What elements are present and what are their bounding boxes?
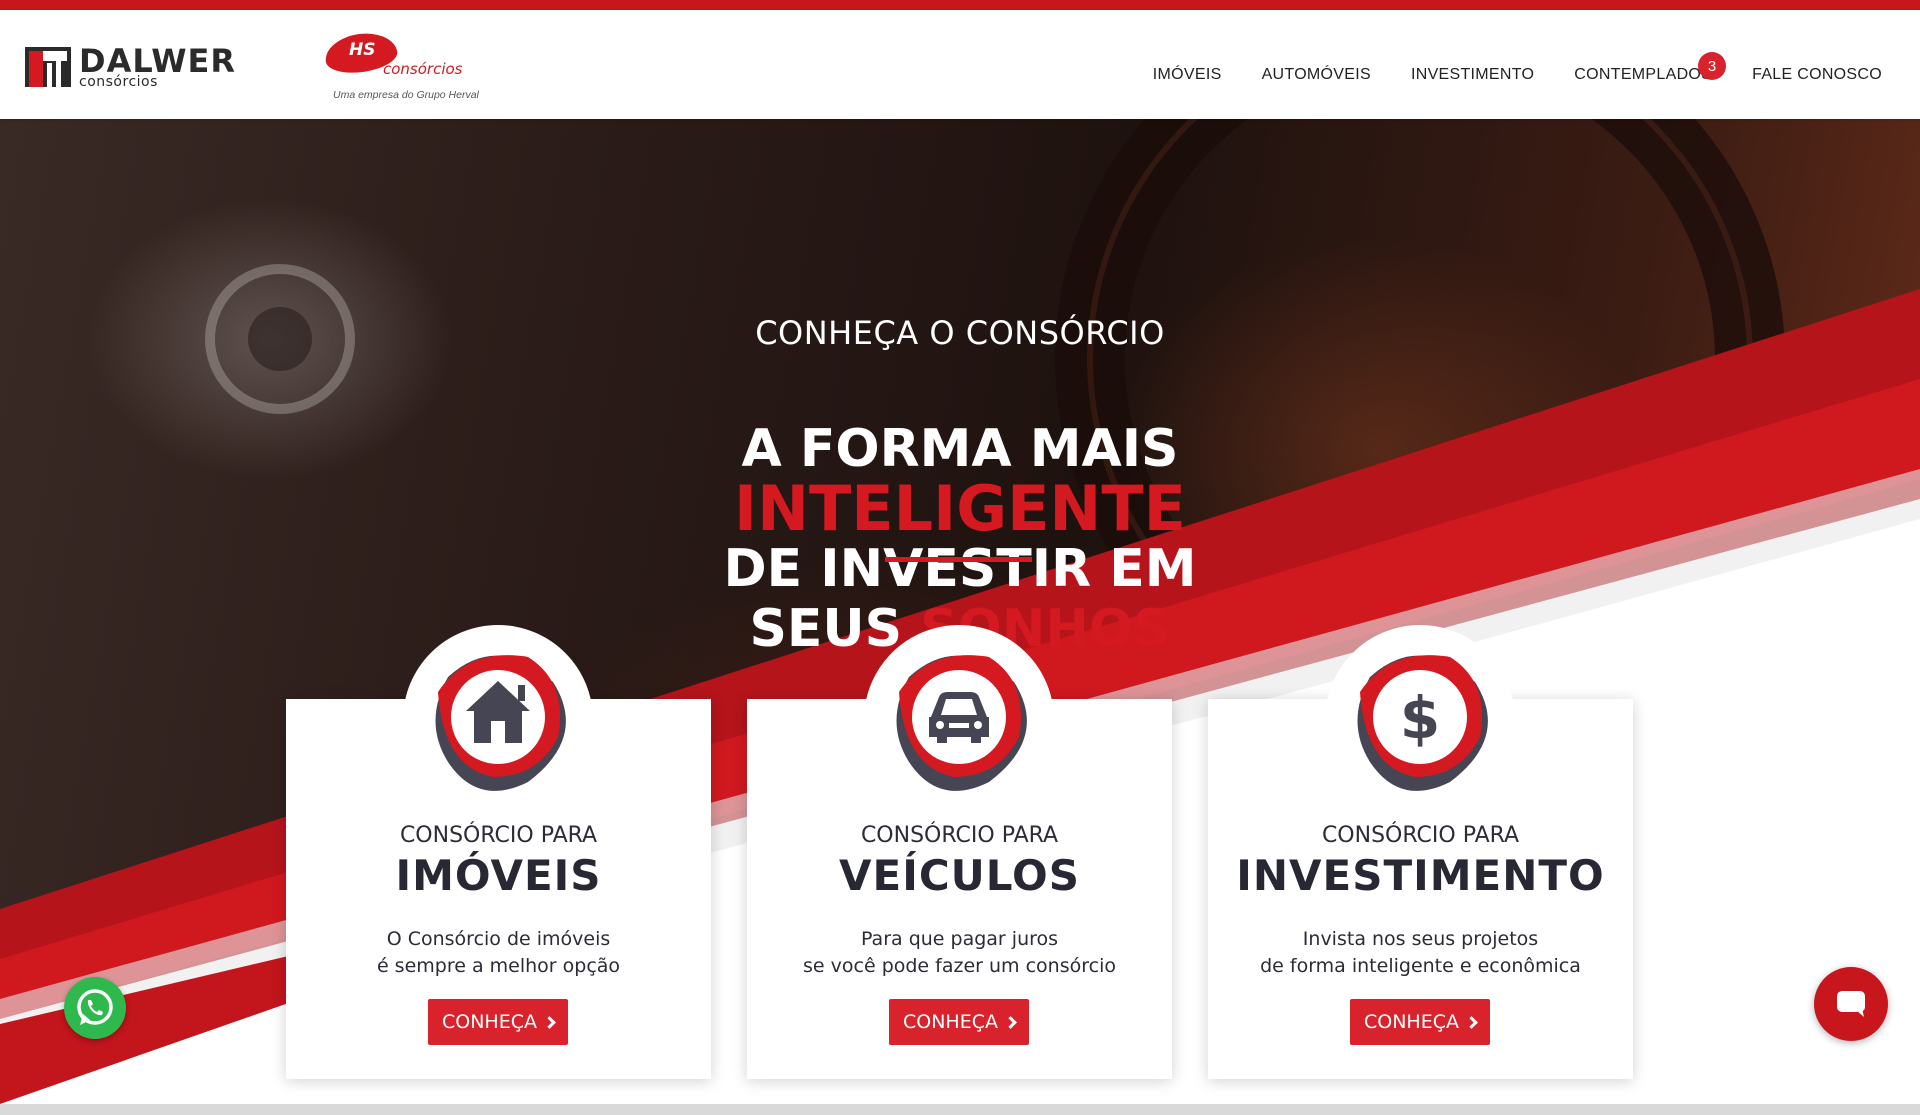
card-title: INVESTIMENTO xyxy=(1236,851,1605,900)
chat-icon xyxy=(1837,991,1865,1017)
card-pre: CONSÓRCIO PARA xyxy=(399,823,598,848)
hero-line-1: A FORMA MAIS xyxy=(741,419,1179,479)
dalwer-subtitle: consórcios xyxy=(79,74,158,90)
hs-initials: HS xyxy=(349,40,376,60)
whatsapp-icon xyxy=(77,989,113,1025)
dalwer-logo[interactable]: DALWER consórcios xyxy=(25,45,265,95)
card-desc-line-1: Invista nos seus projetos xyxy=(1302,928,1539,950)
card-desc-line-2: se você pode fazer um consórcio xyxy=(803,955,1116,977)
conheca-investimento-button[interactable]: CONHEÇA xyxy=(1350,999,1490,1045)
card-title: IMÓVEIS xyxy=(395,851,602,900)
car-icon xyxy=(896,655,1027,791)
dollar-icon: $ xyxy=(1357,655,1488,791)
nav-contemplados-label: CONTEMPLADOS xyxy=(1574,66,1713,83)
hs-consorcios-logo[interactable]: HS consórcios Uma empresa do Grupo Herva… xyxy=(322,29,485,104)
hero-underline xyxy=(885,557,1032,562)
card-desc-line-1: O Consórcio de imóveis xyxy=(386,928,611,950)
card-pre: CONSÓRCIO PARA xyxy=(1321,823,1520,848)
whatsapp-button[interactable] xyxy=(64,977,126,1039)
chevron-right-icon xyxy=(1465,1015,1478,1029)
hs-word: consórcios xyxy=(383,60,463,78)
nav-fale-conosco[interactable]: FALE CONOSCO xyxy=(1752,66,1882,84)
hero-line-2: INTELIGENTE xyxy=(734,472,1186,545)
conheca-imoveis-button[interactable]: CONHEÇA xyxy=(428,999,568,1045)
button-label: CONHEÇA xyxy=(1364,1011,1459,1033)
card-desc-line-2: é sempre a melhor opção xyxy=(376,955,621,977)
card-title: VEÍCULOS xyxy=(839,851,1080,900)
hero-line-3: DE INVESTIR EM xyxy=(723,539,1197,599)
card-desc-line-1: Para que pagar juros xyxy=(860,928,1059,950)
hero-headline: A FORMA MAIS INTELIGENTE DE INVESTIR EM … xyxy=(0,419,1920,659)
chevron-right-icon xyxy=(543,1015,556,1029)
card-description: Para que pagar juros se você pode fazer … xyxy=(747,926,1172,980)
svg-text:$: $ xyxy=(1400,684,1440,752)
button-label: CONHEÇA xyxy=(442,1011,537,1033)
top-accent-bar xyxy=(0,0,1920,10)
hero-kicker: CONHEÇA O CONSÓRCIO xyxy=(755,314,1165,352)
nav-automoveis[interactable]: AUTOMÓVEIS xyxy=(1262,66,1371,84)
site-header: DALWER consórcios HS consórcios Uma empr… xyxy=(0,10,1920,119)
card-imoveis: CONSÓRCIO PARA IMÓVEIS O Consórcio de im… xyxy=(286,625,711,1079)
dalwer-logo-icon xyxy=(25,47,71,87)
chat-button[interactable] xyxy=(1814,967,1888,1041)
conheca-veiculos-button[interactable]: CONHEÇA xyxy=(889,999,1029,1045)
card-veiculos: CONSÓRCIO PARA VEÍCULOS Para que pagar j… xyxy=(747,625,1172,1079)
card-investimento: $ CONSÓRCIO PARA INVESTIMENTO Invista no… xyxy=(1208,625,1633,1079)
house-icon xyxy=(435,655,566,791)
card-description: Invista nos seus projetos de forma intel… xyxy=(1208,926,1633,980)
button-label: CONHEÇA xyxy=(903,1011,998,1033)
hs-tagline: Uma empresa do Grupo Herval xyxy=(333,89,479,101)
nav-imoveis[interactable]: IMÓVEIS xyxy=(1153,66,1222,84)
dalwer-name: DALWER xyxy=(79,42,237,80)
nav-contemplados[interactable]: CONTEMPLADOS 3 xyxy=(1574,52,1727,84)
card-desc-line-2: de forma inteligente e econômica xyxy=(1260,955,1581,977)
nav-investimento[interactable]: INVESTIMENTO xyxy=(1411,66,1534,84)
contemplados-count-badge: 3 xyxy=(1698,52,1727,80)
chevron-right-icon xyxy=(1004,1015,1017,1029)
card-description: O Consórcio de imóveis é sempre a melhor… xyxy=(286,926,711,980)
card-pre: CONSÓRCIO PARA xyxy=(860,823,1059,848)
bottom-strip xyxy=(0,1104,1920,1115)
main-nav: IMÓVEIS AUTOMÓVEIS INVESTIMENTO CONTEMPL… xyxy=(1153,52,1882,84)
